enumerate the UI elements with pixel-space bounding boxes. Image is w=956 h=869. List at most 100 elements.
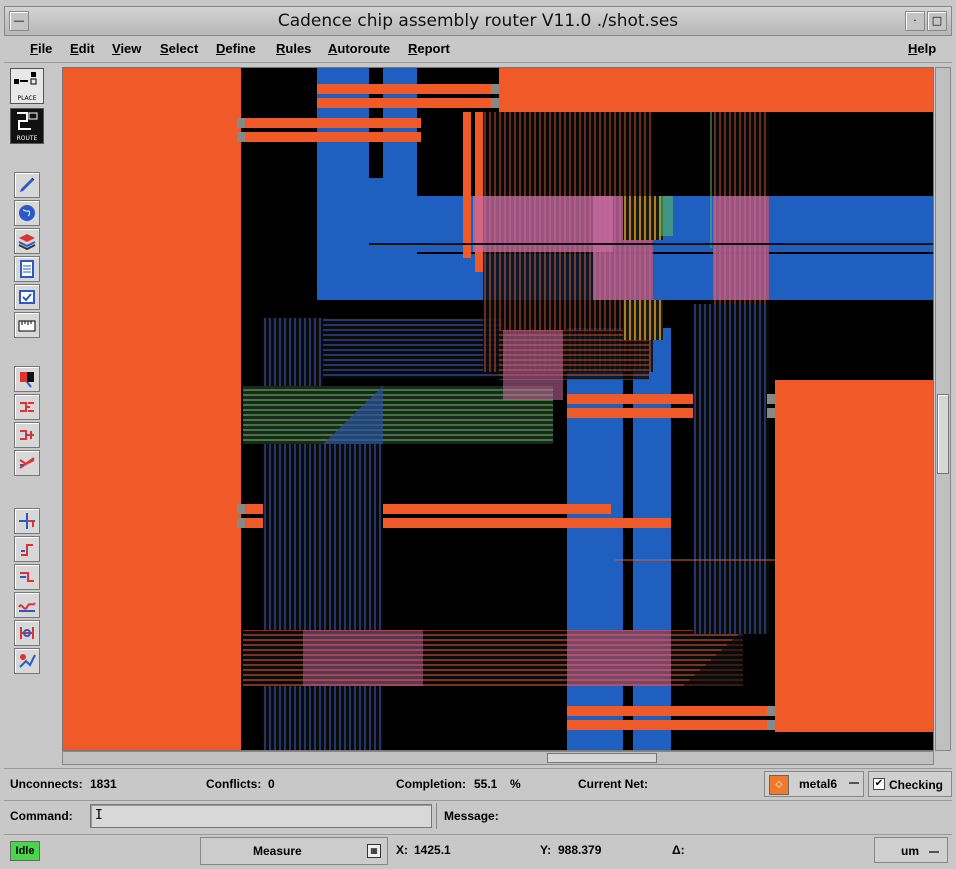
layer-color-icon: ⬦ xyxy=(769,775,789,795)
bottom-status-bar: Idle Measure ▦ X: 1425.1 Y: 988.379 Δ: u… xyxy=(4,834,952,866)
horizontal-scroll-thumb[interactable] xyxy=(547,753,657,763)
wave-route-tool[interactable] xyxy=(14,592,40,618)
step-route-tool[interactable] xyxy=(14,564,40,590)
auto-route-tool[interactable] xyxy=(14,648,40,674)
units-value: um xyxy=(901,844,919,858)
layer-selector[interactable]: ⬦ metal6 xyxy=(764,771,864,797)
x-label: X: xyxy=(396,843,408,857)
layer-name: metal6 xyxy=(799,777,838,791)
macro-block-left xyxy=(63,68,241,750)
menu-report[interactable]: Report xyxy=(408,41,450,56)
routing-canvas[interactable] xyxy=(62,67,934,751)
route-label: ROUTE xyxy=(16,135,38,142)
calculator-icon[interactable]: ▦ xyxy=(367,844,381,858)
completion-label: Completion: xyxy=(396,777,466,791)
menu-bar: File Edit View Select Define Rules Autor… xyxy=(4,37,952,63)
globe-tool[interactable] xyxy=(14,200,40,226)
macro-block-top xyxy=(499,68,933,112)
step-route-icon xyxy=(20,572,34,582)
crossing-icon xyxy=(19,457,35,469)
fanout-icon xyxy=(20,402,34,412)
completion-value: 55.1 xyxy=(474,777,498,791)
document-icon xyxy=(20,260,34,278)
checking-toggle[interactable]: ✔ Checking xyxy=(868,771,952,797)
checkbox-checked-icon: ✔ xyxy=(873,778,885,790)
command-label: Command: xyxy=(10,809,73,823)
minimize-button[interactable]: · xyxy=(905,11,925,31)
mode-panel: Measure ▦ xyxy=(200,837,388,865)
cut-route-tool[interactable] xyxy=(14,620,40,646)
vertical-scrollbar[interactable] xyxy=(935,67,951,751)
idle-indicator: Idle xyxy=(10,841,40,861)
auto-route-icon xyxy=(19,654,36,668)
route-icon xyxy=(17,112,38,130)
place-label: PLACE xyxy=(17,95,37,102)
ruler-tool[interactable] xyxy=(14,312,40,338)
move-icon xyxy=(19,513,35,529)
wave-route-icon xyxy=(18,602,36,612)
window-title: Cadence chip assembly router V11.0 ./sho… xyxy=(277,11,679,31)
message-label: Message: xyxy=(444,809,499,823)
y-value: 988.379 xyxy=(558,843,602,857)
menu-autoroute[interactable]: Autoroute xyxy=(328,41,390,56)
dropdown-icon xyxy=(849,782,859,788)
minimize-icon: · xyxy=(913,14,917,27)
crossing-tool[interactable] xyxy=(14,450,40,476)
power-strap-vertical-2 xyxy=(567,328,671,750)
ruler-icon xyxy=(18,320,36,332)
menu-help[interactable]: Help xyxy=(908,41,936,56)
message-area xyxy=(436,803,950,829)
move-tool[interactable] xyxy=(14,508,40,534)
layers-icon xyxy=(18,234,36,251)
pencil-icon xyxy=(20,177,35,192)
menu-file[interactable]: File xyxy=(30,41,52,56)
menu-edit[interactable]: Edit xyxy=(70,41,95,56)
macro-block-right xyxy=(775,380,933,732)
place-mode-button[interactable]: PLACE xyxy=(10,68,44,104)
document-tool[interactable] xyxy=(14,256,40,282)
pencil-tool[interactable] xyxy=(14,172,40,198)
color-select-icon xyxy=(20,372,34,388)
delta-label: Δ: xyxy=(672,843,685,857)
current-net-label: Current Net: xyxy=(578,777,649,791)
globe-icon xyxy=(19,205,35,221)
checklist-icon xyxy=(19,290,35,304)
maximize-button[interactable]: □ xyxy=(927,11,947,31)
conflicts-value: 0 xyxy=(268,777,275,791)
x-value: 1425.1 xyxy=(414,843,451,857)
menu-rules[interactable]: Rules xyxy=(276,41,311,56)
place-icon xyxy=(14,72,37,85)
bus-bundle-blue-2 xyxy=(263,318,323,750)
menu-select[interactable]: Select xyxy=(160,41,198,56)
maximize-icon: □ xyxy=(931,14,943,27)
command-row: Command: I Message: xyxy=(4,800,952,830)
route-mode-button[interactable]: ROUTE xyxy=(10,108,44,144)
corner-route-icon xyxy=(21,544,33,556)
menu-define[interactable]: Define xyxy=(216,41,256,56)
split-tool[interactable] xyxy=(14,422,40,448)
checklist-tool[interactable] xyxy=(14,284,40,310)
checking-label: Checking xyxy=(889,778,944,792)
horizontal-scrollbar[interactable] xyxy=(62,751,934,765)
completion-unit: % xyxy=(510,777,521,791)
menu-view[interactable]: View xyxy=(112,41,141,56)
vertical-scroll-thumb[interactable] xyxy=(937,394,949,474)
layers-tool[interactable] xyxy=(14,228,40,254)
title-bar: — Cadence chip assembly router V11.0 ./s… xyxy=(4,6,952,36)
dropdown-icon xyxy=(929,851,939,853)
measure-label: Measure xyxy=(253,844,302,858)
fanout-tool[interactable] xyxy=(14,394,40,420)
status-row: Unconnects: 1831 Conflicts: 0 Completion… xyxy=(4,768,952,798)
split-icon xyxy=(20,430,34,440)
command-input[interactable]: I xyxy=(90,804,432,828)
corner-route-tool[interactable] xyxy=(14,536,40,562)
units-selector[interactable]: um xyxy=(874,837,948,863)
y-label: Y: xyxy=(540,843,552,857)
tool-palette: PLACE ROUTE xyxy=(6,66,60,756)
text-cursor-icon: I xyxy=(95,808,103,823)
conflicts-label: Conflicts: xyxy=(206,777,262,791)
unconnects-value: 1831 xyxy=(90,777,117,791)
color-select-tool[interactable] xyxy=(14,366,40,392)
app-window: — Cadence chip assembly router V11.0 ./s… xyxy=(0,0,956,869)
unconnects-label: Unconnects: xyxy=(10,777,83,791)
